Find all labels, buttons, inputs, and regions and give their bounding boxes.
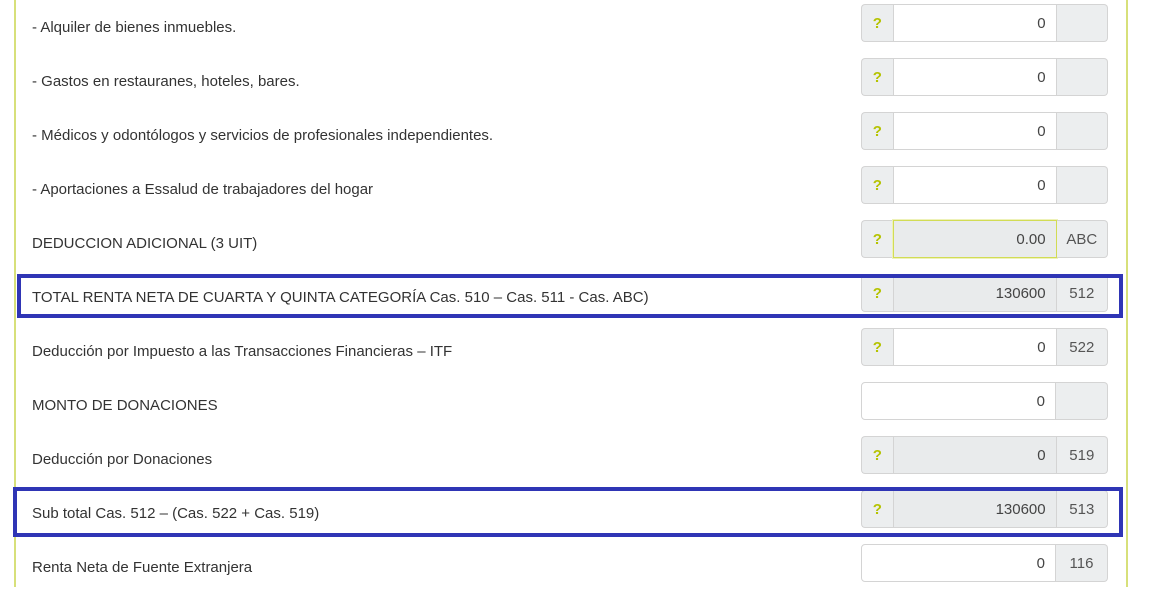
row-label: - Aportaciones a Essalud de trabajadores… <box>32 180 374 198</box>
field-group <box>861 382 1108 420</box>
form-row-aportaciones-essalud: - Aportaciones a Essalud de trabajadores… <box>16 162 1124 216</box>
case-number-addon <box>1056 112 1108 150</box>
help-button[interactable]: ? <box>861 220 893 258</box>
case-number-addon <box>1056 4 1108 42</box>
form-row-total-renta-neta: TOTAL RENTA NETA DE CUARTA Y QUINTA CATE… <box>16 270 1124 324</box>
help-button[interactable]: ? <box>861 4 893 42</box>
help-button[interactable]: ? <box>861 58 893 96</box>
help-button[interactable]: ? <box>861 436 893 474</box>
monto-donaciones-input[interactable] <box>861 382 1056 420</box>
field-group: ? 522 <box>861 328 1108 366</box>
field-group: ? ABC <box>861 220 1108 258</box>
row-label: DEDUCCION ADICIONAL (3 UIT) <box>32 234 258 252</box>
deduccion-itf-input[interactable] <box>892 328 1057 366</box>
medicos-input[interactable] <box>892 112 1057 150</box>
field-group: ? <box>861 166 1108 204</box>
help-button[interactable]: ? <box>861 274 893 312</box>
row-label: - Gastos en restauranes, hoteles, bares. <box>32 72 300 90</box>
form-row-deduccion-adicional: DEDUCCION ADICIONAL (3 UIT) ? ABC <box>16 216 1124 270</box>
case-number-addon <box>1056 382 1108 420</box>
row-label: TOTAL RENTA NETA DE CUARTA Y QUINTA CATE… <box>32 288 649 306</box>
help-button[interactable]: ? <box>861 490 893 528</box>
form-row-monto-donaciones: MONTO DE DONACIONES <box>16 378 1124 432</box>
field-group: ? <box>861 112 1108 150</box>
case-number-addon: 512 <box>1056 274 1108 312</box>
form-row-deduccion-itf: Deducción por Impuesto a las Transaccion… <box>16 324 1124 378</box>
form-right-border <box>1126 0 1128 587</box>
case-number-addon <box>1056 166 1108 204</box>
case-number-addon: 522 <box>1056 328 1108 366</box>
field-group: ? 519 <box>861 436 1108 474</box>
help-button[interactable]: ? <box>861 328 893 366</box>
case-number-addon <box>1056 58 1108 96</box>
alquiler-input[interactable] <box>892 4 1057 42</box>
row-label: Sub total Cas. 512 – (Cas. 522 + Cas. 51… <box>32 504 320 522</box>
deduccion-adicional-input[interactable] <box>892 220 1057 258</box>
case-number-addon: 519 <box>1056 436 1108 474</box>
total-renta-neta-input[interactable] <box>892 274 1057 312</box>
field-group: 116 <box>861 544 1108 582</box>
row-label: - Alquiler de bienes inmuebles. <box>32 18 237 36</box>
aportaciones-essalud-input[interactable] <box>892 166 1057 204</box>
renta-extranjera-input[interactable] <box>861 544 1056 582</box>
row-label: MONTO DE DONACIONES <box>32 396 218 414</box>
form-row-deduccion-donaciones: Deducción por Donaciones ? 519 <box>16 432 1124 486</box>
deduccion-donaciones-input[interactable] <box>892 436 1057 474</box>
case-number-addon: 513 <box>1056 490 1108 528</box>
row-label: Deducción por Donaciones <box>32 450 213 468</box>
case-number-addon: 116 <box>1056 544 1108 582</box>
field-group: ? <box>861 58 1108 96</box>
help-button[interactable]: ? <box>861 166 893 204</box>
case-number-addon: ABC <box>1056 220 1108 258</box>
subtotal-input[interactable] <box>892 490 1057 528</box>
row-label: Deducción por Impuesto a las Transaccion… <box>32 342 453 360</box>
form-row-renta-extranjera: Renta Neta de Fuente Extranjera 116 <box>16 540 1124 594</box>
help-button[interactable]: ? <box>861 112 893 150</box>
field-group: ? 512 <box>861 274 1108 312</box>
form-row-subtotal: Sub total Cas. 512 – (Cas. 522 + Cas. 51… <box>16 486 1124 540</box>
row-label: - Médicos y odontólogos y servicios de p… <box>32 126 494 144</box>
field-group: ? 513 <box>861 490 1108 528</box>
form-row-gastos-restaurantes: - Gastos en restauranes, hoteles, bares.… <box>16 54 1124 108</box>
form-row-medicos: - Médicos y odontólogos y servicios de p… <box>16 108 1124 162</box>
field-group: ? <box>861 4 1108 42</box>
row-label: Renta Neta de Fuente Extranjera <box>32 558 253 576</box>
form-row-alquiler: - Alquiler de bienes inmuebles. ? <box>16 0 1124 54</box>
gastos-restaurantes-input[interactable] <box>892 58 1057 96</box>
